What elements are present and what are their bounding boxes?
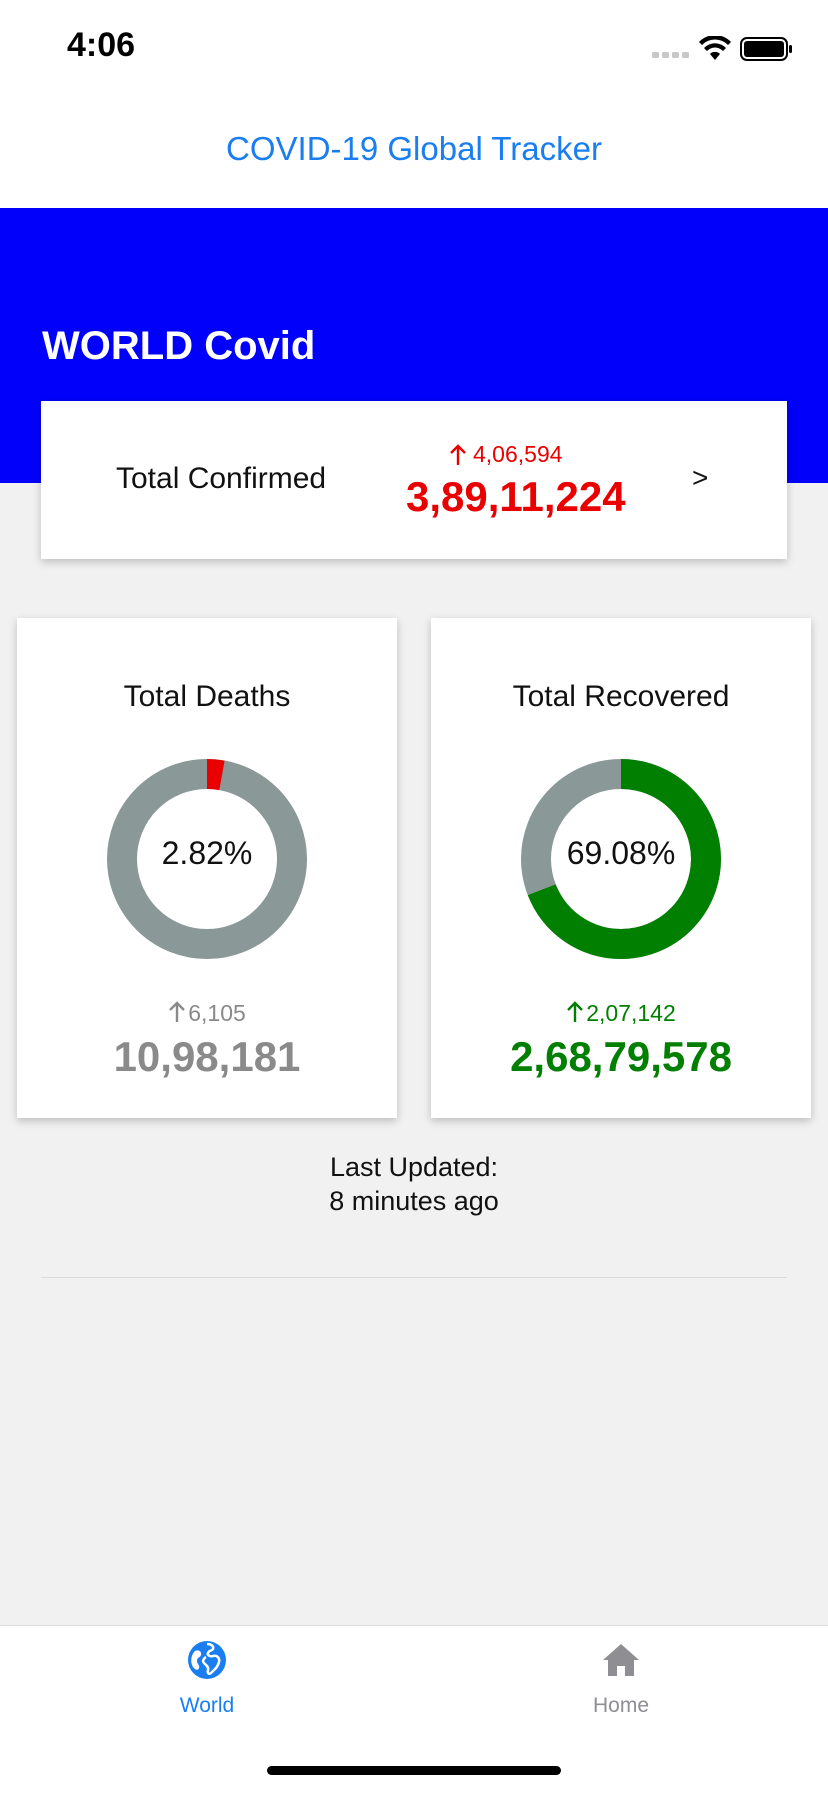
deaths-percent-label: 2.82% [161, 835, 253, 871]
nav-title: COVID-19 Global Tracker [226, 130, 602, 167]
last-updated: Last Updated: 8 minutes ago [0, 1150, 828, 1218]
total-deaths-value: 10,98,181 [113, 1033, 301, 1080]
globe-icon [188, 1641, 226, 1679]
total-recovered-label: Total Recovered [512, 680, 730, 713]
total-confirmed-card[interactable]: Total Confirmed 4,06,594 3,89,11,224 > [41, 401, 787, 559]
total-recovered-delta-value: 2,07,142 [586, 1000, 676, 1026]
divider [41, 1277, 787, 1278]
total-deaths-card: Total Deaths 2.82% 6,105 10,98,181 [17, 618, 397, 1118]
total-recovered-delta: 2,07,142 [431, 1000, 811, 1027]
arrow-up-icon [567, 1001, 584, 1022]
total-deaths-delta-value: 6,105 [188, 1000, 246, 1026]
wifi-icon [699, 36, 731, 60]
last-updated-label: Last Updated: [329, 1152, 499, 1182]
home-indicator [267, 1766, 561, 1775]
home-icon [603, 1644, 639, 1676]
navigation-bar: COVID-19 Global Tracker [0, 100, 828, 208]
battery-icon [740, 37, 792, 61]
section-title: WORLD Covid [42, 324, 316, 368]
status-bar: 4:06 [0, 0, 828, 100]
total-confirmed-delta: 4,06,594 [449, 441, 563, 468]
total-recovered-card: Total Recovered 69.08% 2,07,142 2,68,79,… [431, 618, 811, 1118]
arrow-up-icon [450, 443, 466, 465]
total-deaths-label: Total Deaths [123, 680, 291, 713]
tab-home[interactable]: Home [521, 1640, 721, 1740]
tab-home-label: Home [592, 1694, 650, 1717]
chevron-right-icon[interactable]: > [692, 462, 708, 494]
total-confirmed-delta-value: 4,06,594 [473, 441, 563, 467]
tab-world[interactable]: World [107, 1640, 307, 1740]
total-confirmed-label: Total Confirmed [116, 462, 327, 495]
recovered-percent-label: 69.08% [566, 835, 676, 871]
status-time: 4:06 [67, 26, 136, 64]
total-deaths-delta: 6,105 [17, 1000, 397, 1027]
last-updated-value: 8 minutes ago [329, 1186, 499, 1216]
cellular-signal-icon [652, 52, 689, 58]
arrow-up-icon [169, 1001, 186, 1022]
total-recovered-value: 2,68,79,578 [510, 1033, 732, 1080]
total-confirmed-value: 3,89,11,224 [406, 473, 626, 520]
tab-world-label: World [179, 1694, 235, 1717]
